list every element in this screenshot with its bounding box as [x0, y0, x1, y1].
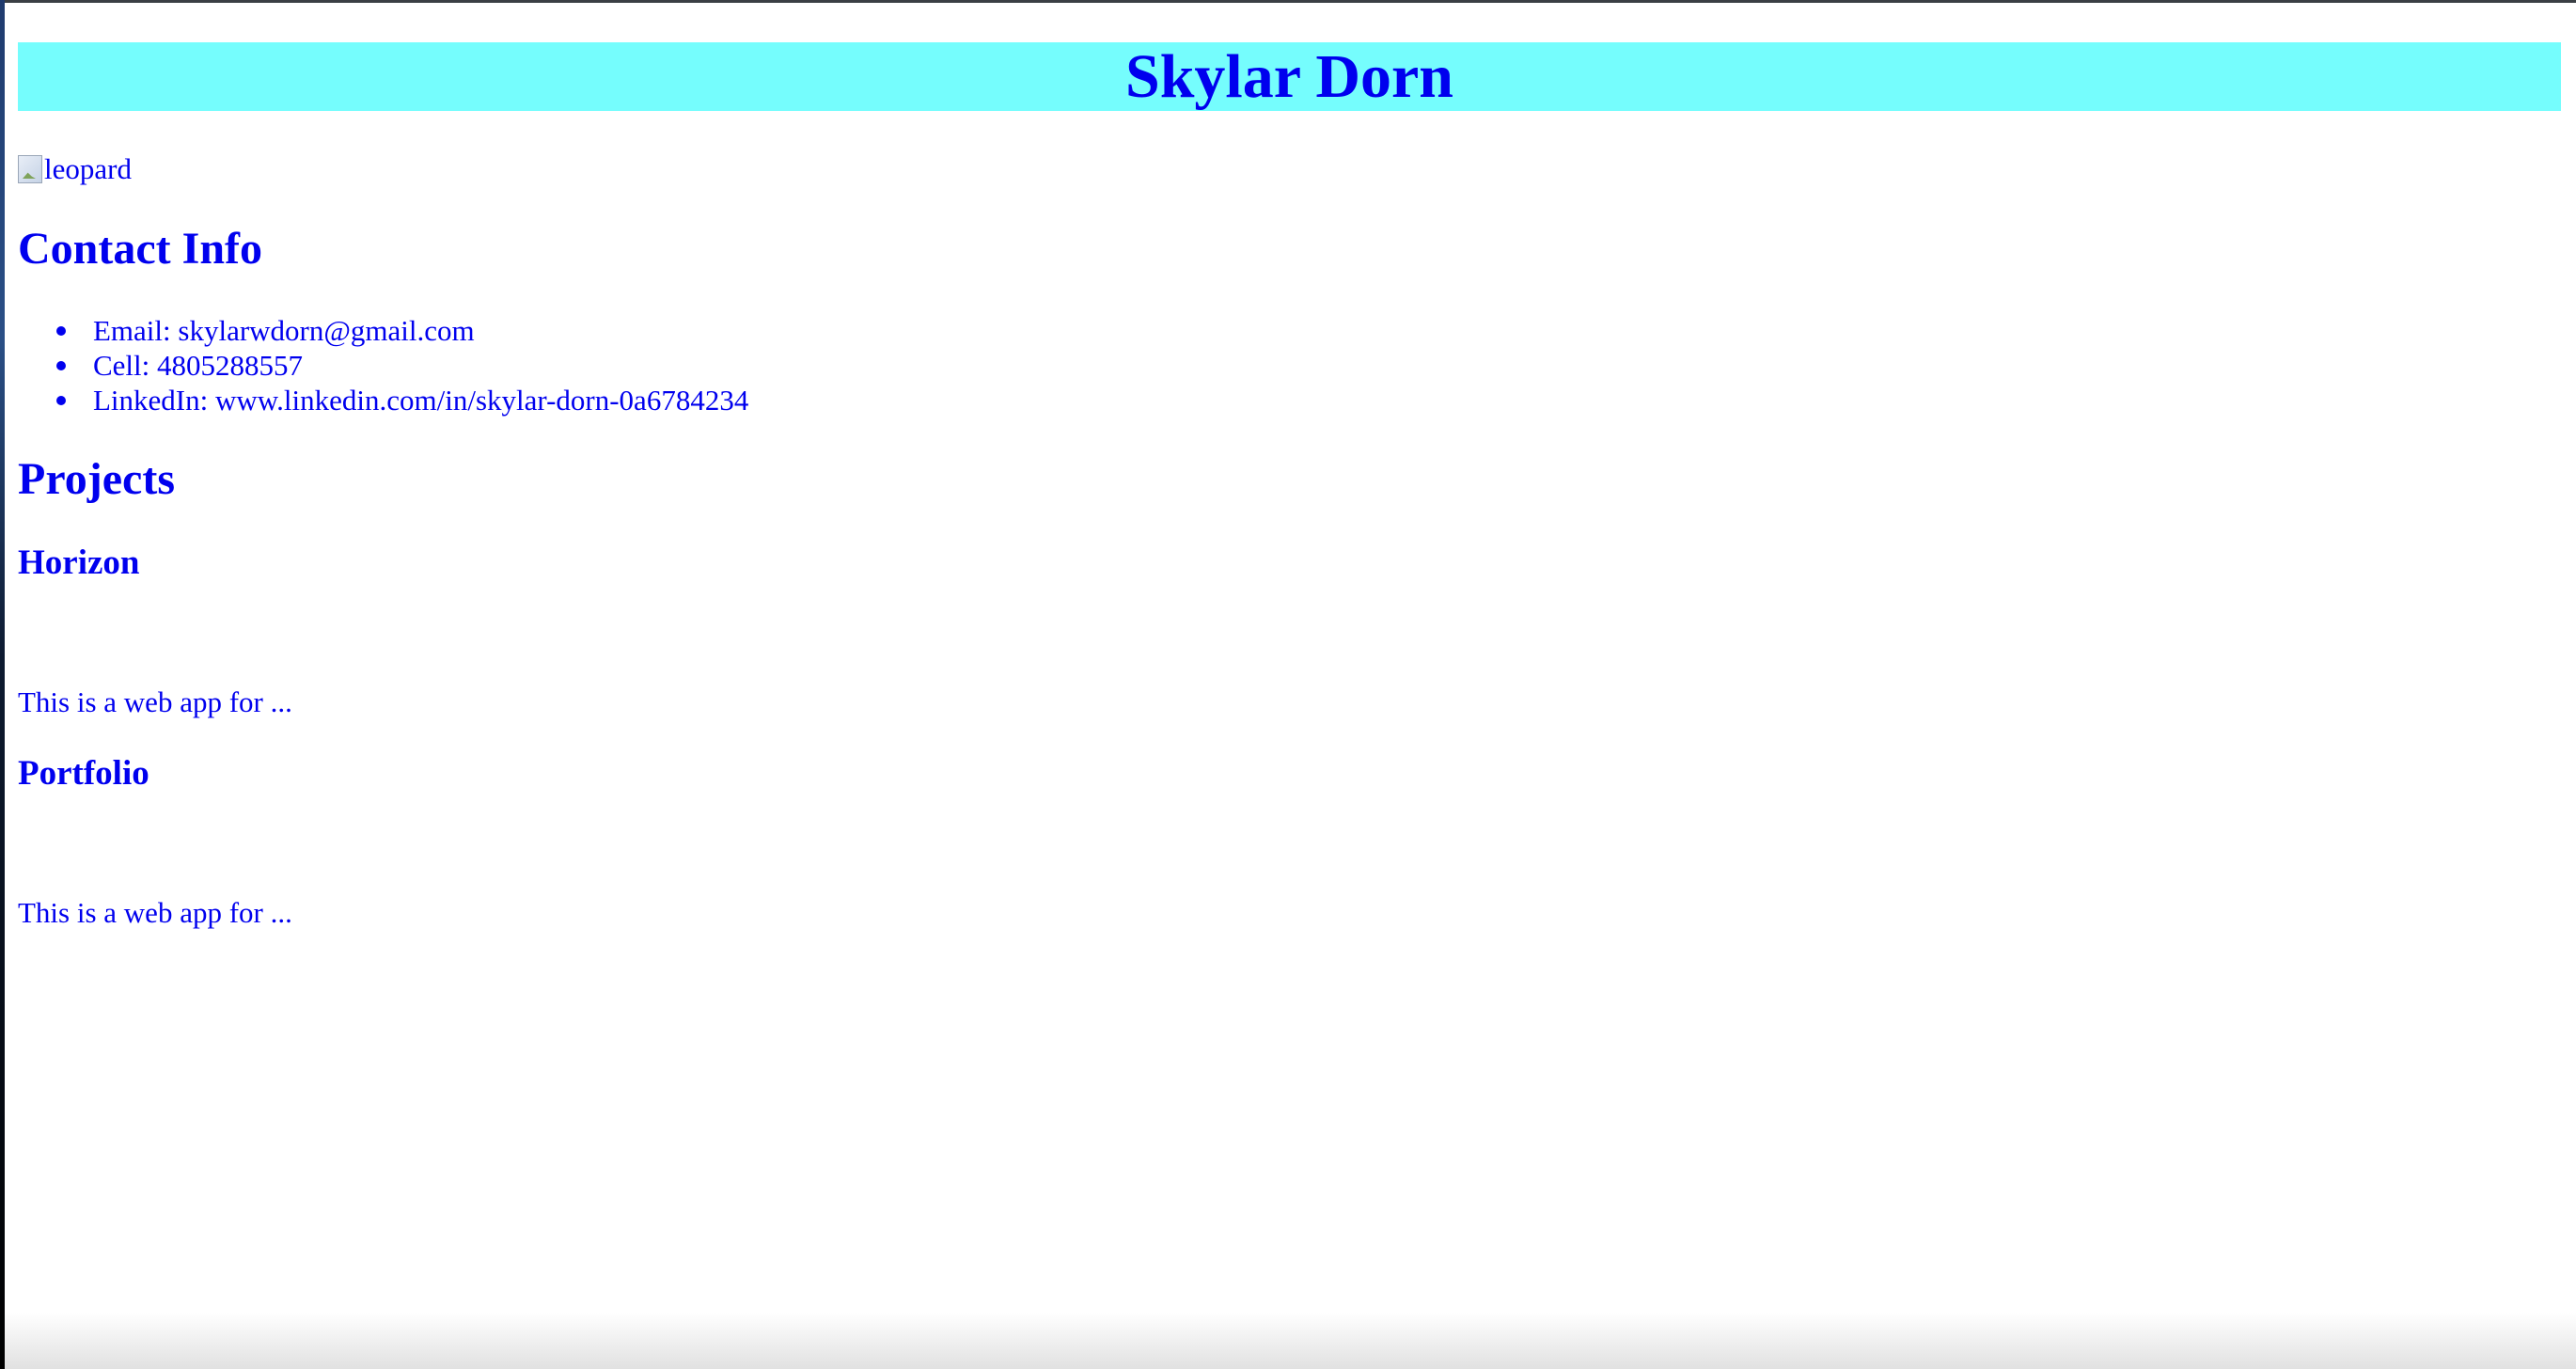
profile-image: leopard	[18, 150, 132, 188]
project-description-horizon: This is a web app for ...	[18, 685, 292, 718]
profile-image-alt-text: leopard	[44, 152, 132, 185]
contact-item-linkedin: LinkedIn: www.linkedin.com/in/skylar-dor…	[55, 384, 749, 417]
contact-item-email: Email: skylarwdorn@gmail.com	[55, 313, 748, 348]
broken-image-icon	[18, 155, 42, 183]
window-bottom-shadow	[5, 1313, 2576, 1369]
window-top-edge	[0, 0, 2576, 3]
window-left-edge	[0, 0, 5, 1369]
page-title: Skylar Dorn	[1124, 42, 1453, 111]
contact-item-cell: Cell: 4805288557	[55, 348, 748, 383]
project-title-horizon: Horizon	[18, 543, 140, 582]
contact-list: Email: skylarwdorn@gmail.com Cell: 48052…	[18, 313, 748, 417]
title-banner: Skylar Dorn	[18, 42, 2561, 111]
projects-heading: Projects	[18, 454, 176, 504]
project-description-portfolio: This is a web app for ...	[18, 896, 292, 929]
contact-heading: Contact Info	[18, 224, 262, 274]
project-title-portfolio: Portfolio	[18, 754, 149, 793]
